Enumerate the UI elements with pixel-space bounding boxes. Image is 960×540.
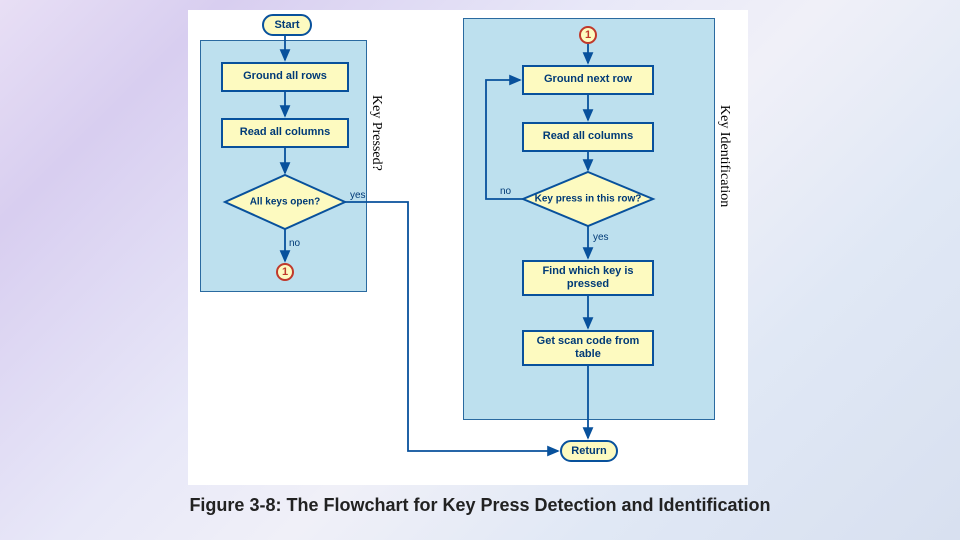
figure-caption: Figure 3-8: The Flowchart for Key Press …	[0, 495, 960, 516]
flowchart-diagram: Key Pressed? Key Identification Start Gr…	[188, 10, 748, 485]
flow-arrows	[188, 10, 748, 490]
